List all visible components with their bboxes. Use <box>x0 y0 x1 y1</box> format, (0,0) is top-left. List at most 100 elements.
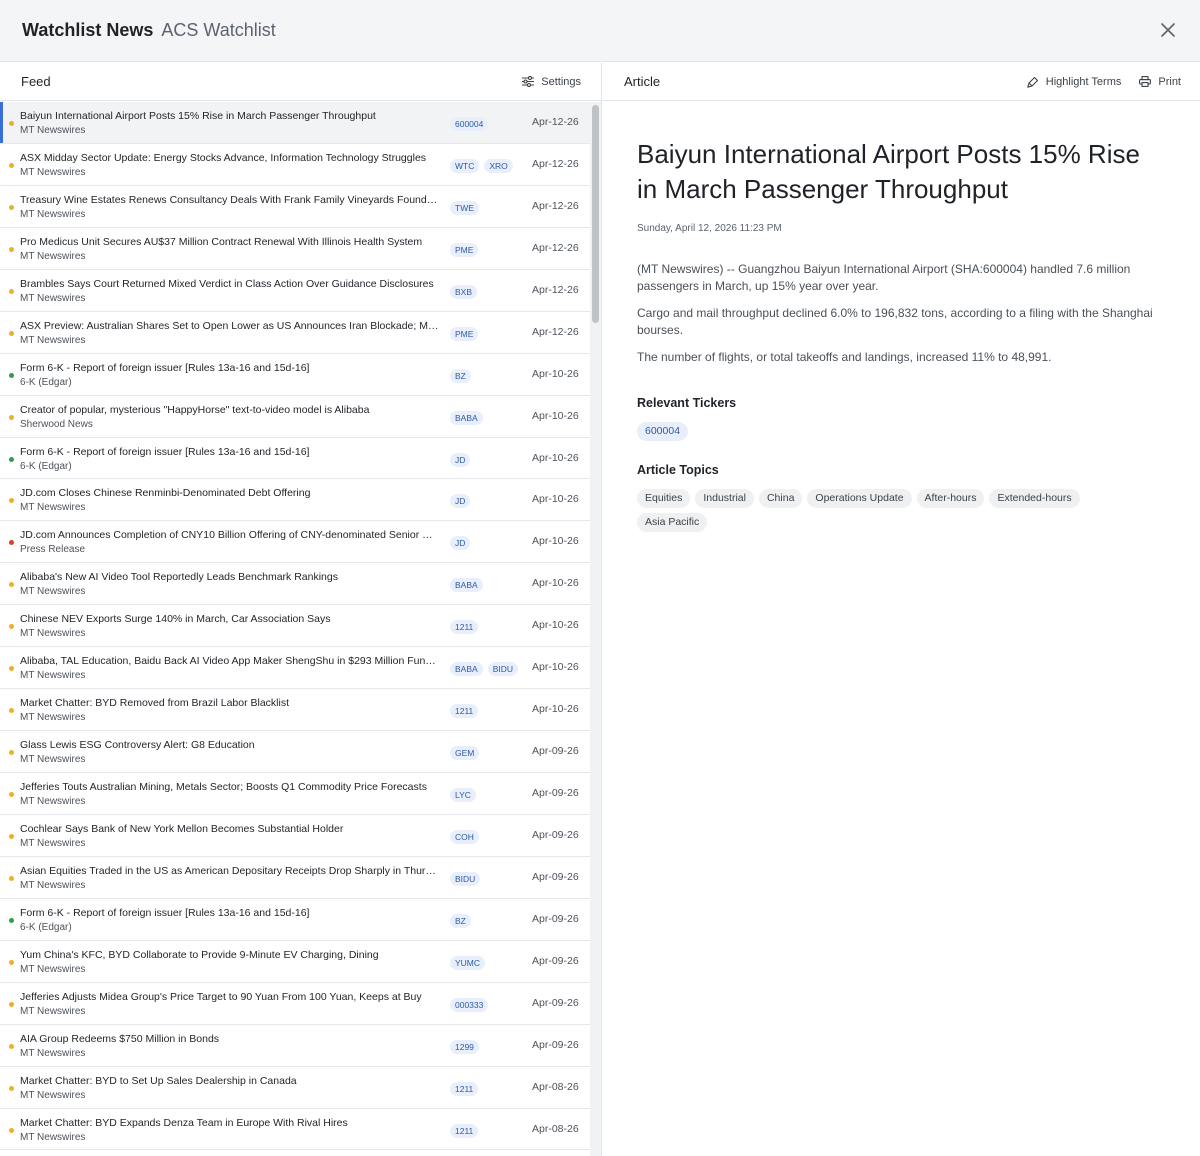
ticker-tag[interactable]: BXB <box>450 284 478 299</box>
feed-item[interactable]: Form 6-K - Report of foreign issuer [Rul… <box>0 354 590 396</box>
feed-item[interactable]: Form 6-K - Report of foreign issuer [Rul… <box>0 899 590 941</box>
topic-pill[interactable]: Asia Pacific <box>637 513 708 532</box>
feed-item-tickers: LYC <box>450 788 476 802</box>
relevant-tickers-heading: Relevant Tickers <box>637 396 737 410</box>
feed-item[interactable]: Chinese NEV Exports Surge 140% in March,… <box>0 605 590 648</box>
status-dot <box>9 833 14 839</box>
feed-item-date: Apr-12-26 <box>532 283 579 296</box>
ticker-tag[interactable]: BIDU <box>487 662 518 677</box>
relevant-ticker-pill[interactable]: 600004 <box>637 422 689 441</box>
feed-item-date: Apr-09-26 <box>532 787 579 799</box>
feed-item-headline: Market Chatter: BYD to Set Up Sales Deal… <box>20 1074 297 1087</box>
ticker-tag[interactable]: PME <box>450 242 479 257</box>
status-dot <box>9 792 14 797</box>
ticker-tag[interactable]: BZ <box>450 913 471 928</box>
ticker-tag[interactable]: JD <box>450 536 471 551</box>
topic-pill[interactable]: After-hours <box>916 489 985 508</box>
feed-item[interactable]: Yum China's KFC, BYD Collaborate to Prov… <box>0 941 590 983</box>
feed-item-tickers: BIDU <box>450 871 481 886</box>
ticker-tag[interactable]: 000333 <box>450 997 489 1012</box>
ticker-tag[interactable]: JD <box>450 494 471 509</box>
feed-item[interactable]: Market Chatter: BYD Expands Denza Team i… <box>0 1109 590 1151</box>
highlight-terms-button[interactable]: Highlight Terms <box>1027 75 1122 88</box>
ticker-tag[interactable]: YUMC <box>450 955 486 970</box>
ticker-tag[interactable]: BABA <box>450 662 483 677</box>
feed-item[interactable]: Market Chatter: BYD Removed from Brazil … <box>0 689 590 732</box>
ticker-tag[interactable]: WTC <box>450 158 480 173</box>
ticker-tag[interactable]: COH <box>450 829 479 844</box>
feed-scrollbar[interactable] <box>590 102 601 1156</box>
feed-item[interactable]: Cochlear Says Bank of New York Mellon Be… <box>0 815 590 857</box>
feed-item[interactable]: Baiyun International Airport Posts 15% R… <box>0 102 590 144</box>
status-dot <box>9 917 14 923</box>
feed-list: Baiyun International Airport Posts 15% R… <box>0 102 590 1156</box>
feed-item[interactable]: Form 6-K - Report of foreign issuer [Rul… <box>0 438 590 480</box>
feed-item[interactable]: Brambles Says Court Returned Mixed Verdi… <box>0 270 590 312</box>
feed-item-source: MT Newswires <box>20 712 86 724</box>
feed-item[interactable]: Treasury Wine Estates Renews Consultancy… <box>0 186 590 228</box>
feed-item[interactable]: Asian Equities Traded in the US as Ameri… <box>0 857 590 899</box>
ticker-tag[interactable]: PME <box>450 326 479 341</box>
feed-item-headline: Market Chatter: BYD Removed from Brazil … <box>20 697 290 710</box>
feed-item-date: Apr-10-26 <box>532 367 579 380</box>
feed-item-tickers: JD <box>450 452 471 467</box>
watchlist-name: ACS Watchlist <box>161 20 276 40</box>
ticker-tag[interactable]: 1299 <box>450 1039 479 1054</box>
feed-item[interactable]: Glass Lewis ESG Controversy Alert: G8 Ed… <box>0 731 590 773</box>
topic-pill[interactable]: Operations Update <box>807 489 912 508</box>
topic-pill[interactable]: Extended-hours <box>989 489 1080 508</box>
feed-item[interactable]: Alibaba's New AI Video Tool Reportedly L… <box>0 563 590 606</box>
feed-item-source: MT Newswires <box>20 1005 86 1017</box>
feed-item-source: MT Newswires <box>20 879 86 891</box>
ticker-tag[interactable]: BZ <box>450 368 471 383</box>
feed-header: Feed Settings <box>0 63 601 101</box>
feed-item[interactable]: AIA Group Redeems $750 Million in Bonds M… <box>0 1025 590 1067</box>
feed-item-headline: Creator of popular, mysterious "HappyHor… <box>20 403 370 416</box>
feed-item[interactable]: ASX Preview: Australian Shares Set to Op… <box>0 312 590 354</box>
feed-item-source: MT Newswires <box>20 754 86 766</box>
settings-button[interactable]: Settings <box>522 76 581 88</box>
ticker-tag[interactable]: TWE <box>450 200 479 215</box>
print-button[interactable]: Print <box>1139 76 1181 88</box>
status-dot <box>9 708 14 714</box>
feed-item[interactable]: Creator of popular, mysterious "HappyHor… <box>0 396 590 438</box>
ticker-tag[interactable]: 1211 <box>450 620 479 635</box>
status-dot <box>9 624 14 630</box>
ticker-tag[interactable]: 1211 <box>450 704 479 719</box>
feed-item[interactable]: ASX Midday Sector Update: Energy Stocks … <box>0 144 590 186</box>
article-title: Baiyun International Airport Posts 15% R… <box>637 139 1140 204</box>
scrollbar-thumb[interactable] <box>592 105 599 323</box>
feed-item-tickers: PME <box>450 326 479 341</box>
feed-item-headline: Jefferies Adjusts Midea Group's Price Ta… <box>20 990 422 1003</box>
ticker-tag[interactable]: LYC <box>450 788 476 802</box>
topic-pill[interactable]: China <box>758 489 803 508</box>
feed-item-date: Apr-08-26 <box>532 1122 579 1135</box>
feed-item[interactable]: JD.com Announces Completion of CNY10 Bil… <box>0 521 590 564</box>
ticker-tag[interactable]: 1211 <box>450 1081 479 1096</box>
feed-item-tickers: WTC XRO <box>450 158 513 173</box>
ticker-tag[interactable]: BABA <box>450 410 483 425</box>
feed-item-source: MT Newswires <box>20 963 86 975</box>
ticker-tag[interactable]: XRO <box>484 158 513 173</box>
ticker-tag[interactable]: BIDU <box>450 871 481 886</box>
ticker-tag[interactable]: 600004 <box>450 117 489 131</box>
feed-item-headline: Yum China's KFC, BYD Collaborate to Prov… <box>20 948 379 961</box>
feed-item-source: MT Newswires <box>20 250 86 262</box>
topic-pill[interactable]: Equities <box>637 489 691 508</box>
highlight-terms-label: Highlight Terms <box>1045 75 1122 88</box>
modal-title: Watchlist News <box>22 20 154 40</box>
close-button[interactable] <box>1156 18 1180 42</box>
ticker-tag[interactable]: BABA <box>450 578 483 593</box>
feed-item[interactable]: Alibaba, TAL Education, Baidu Back AI Vi… <box>0 647 590 690</box>
topic-pill[interactable]: Industrial <box>695 489 754 508</box>
ticker-tag[interactable]: GEM <box>450 746 480 761</box>
ticker-tag[interactable]: 1211 <box>450 1123 479 1138</box>
status-dot <box>9 1043 14 1049</box>
feed-item[interactable]: Pro Medicus Unit Secures AU$37 Million C… <box>0 228 590 270</box>
ticker-tag[interactable]: JD <box>450 452 471 467</box>
feed-item[interactable]: JD.com Closes Chinese Renminbi-Denominat… <box>0 479 590 522</box>
feed-item[interactable]: Market Chatter: BYD to Set Up Sales Deal… <box>0 1067 590 1109</box>
feed-item[interactable]: Jefferies Touts Australian Mining, Metal… <box>0 773 590 815</box>
feed-item[interactable]: Jefferies Adjusts Midea Group's Price Ta… <box>0 983 590 1025</box>
feed-item-date: Apr-12-26 <box>532 241 579 254</box>
